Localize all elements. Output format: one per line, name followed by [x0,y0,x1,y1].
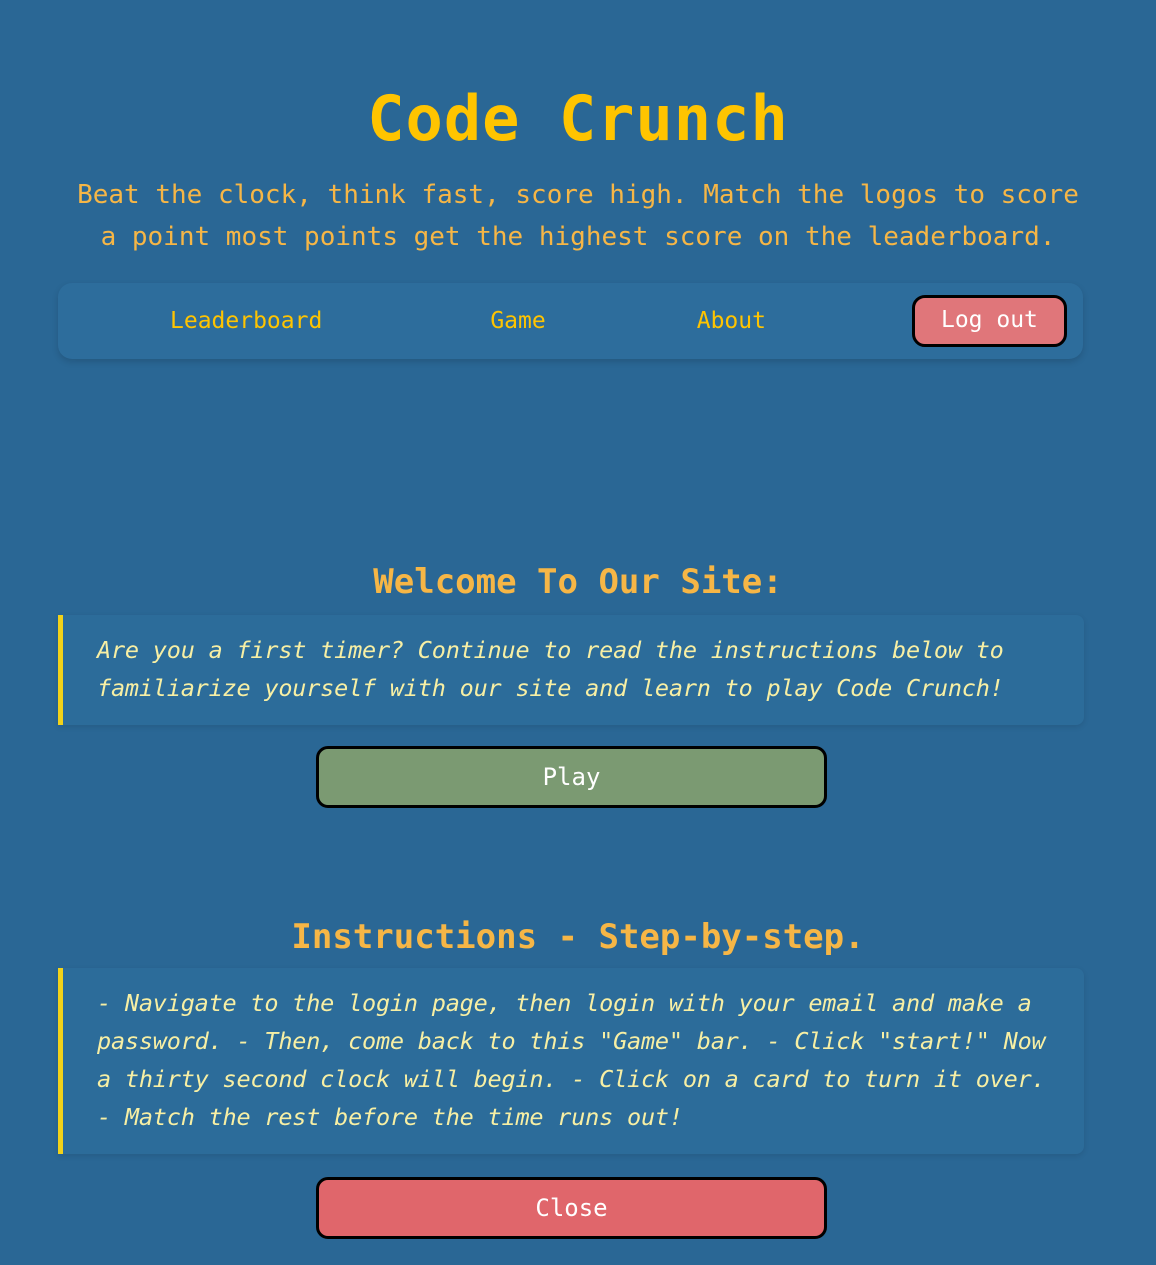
close-button[interactable]: Close [316,1177,827,1239]
instructions-heading: Instructions - Step-by-step. [291,917,865,957]
page-tagline: Beat the clock, think fast, score high. … [77,180,1079,253]
logout-button[interactable]: Log out [911,294,1067,348]
instructions-quote-text: - Navigate to the login page, then login… [97,989,1046,1132]
play-button[interactable]: Play [316,746,827,808]
app-page: Code Crunch Beat the clock, think fast, … [0,0,1156,1265]
main-navbar: Leaderboard Game About Log out [58,283,1083,359]
instructions-quote-box: - Navigate to the login page, then login… [58,968,1084,1155]
nav-item-game[interactable]: Game [490,308,545,334]
welcome-quote-text: Are you a first timer? Continue to read … [97,636,1004,703]
page-title: Code Crunch [367,82,789,155]
welcome-quote-box: Are you a first timer? Continue to read … [58,615,1084,726]
nav-item-leaderboard[interactable]: Leaderboard [170,308,322,334]
nav-item-about[interactable]: About [697,308,766,334]
welcome-heading: Welcome To Our Site: [373,562,783,602]
